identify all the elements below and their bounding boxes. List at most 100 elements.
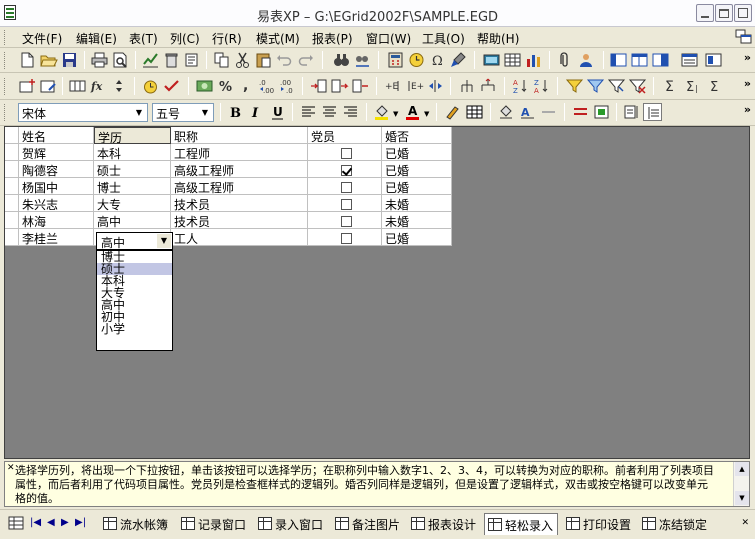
first-tab-icon[interactable]: |◀ (30, 517, 41, 528)
font-color-button[interactable]: A (404, 103, 423, 121)
cell-education[interactable]: 本科 (94, 144, 171, 161)
toolbar-overflow-chevron[interactable]: » (744, 77, 751, 90)
last-tab-icon[interactable]: ▶| (75, 517, 86, 528)
mdi-window-icon[interactable] (735, 28, 753, 45)
toolbar-overflow-chevron[interactable]: » (744, 103, 751, 116)
form-button[interactable] (482, 51, 501, 69)
scroll-down-icon[interactable]: ▼ (735, 491, 749, 505)
insert-column-right-button[interactable] (330, 77, 349, 95)
menu-window[interactable]: 窗口(W) (366, 30, 411, 47)
cell-party-member[interactable] (308, 161, 382, 178)
grid-view-button[interactable] (503, 51, 522, 69)
column-header-education[interactable]: 学历 (94, 127, 171, 144)
bold-button[interactable]: B (225, 103, 244, 121)
sum-column-button[interactable]: Σ | (684, 77, 703, 95)
clock-button[interactable] (407, 51, 426, 69)
cell-education[interactable]: 大专 (94, 195, 171, 212)
split-column-button[interactable] (426, 77, 445, 95)
tab-print-settings[interactable]: 打印设置 (563, 513, 635, 535)
dropdown-option[interactable]: 小学 (97, 323, 172, 335)
edit-record-button[interactable] (39, 77, 58, 95)
column-width-button[interactable] (643, 103, 662, 121)
line-style-button[interactable] (539, 103, 558, 121)
prev-tab-icon[interactable]: ◀ (47, 517, 55, 528)
cell-name[interactable]: 林海 (19, 212, 94, 229)
redo-button[interactable] (296, 51, 315, 69)
toolbar-grip[interactable] (4, 104, 7, 121)
users-button[interactable] (577, 51, 596, 69)
attach-button[interactable] (556, 51, 575, 69)
grid-line-color-button[interactable] (571, 103, 590, 121)
font-name-select[interactable]: 宋体 ▼ (18, 103, 148, 122)
tree-button[interactable] (479, 77, 498, 95)
sum-button[interactable]: Σ (661, 77, 680, 95)
menu-table[interactable]: 表(T) (129, 30, 158, 47)
paste-button[interactable] (254, 51, 273, 69)
open-file-button[interactable] (39, 51, 58, 69)
row-header[interactable] (5, 161, 19, 178)
copy-button[interactable] (212, 51, 231, 69)
sort-button[interactable] (110, 77, 129, 95)
chevron-down-icon[interactable]: ▼ (132, 105, 146, 120)
cell-education[interactable]: 高中 (94, 212, 171, 229)
delete-column-button[interactable] (351, 77, 370, 95)
column-header-party-member[interactable]: 党员 (308, 127, 382, 144)
timer-button[interactable] (141, 77, 160, 95)
chevron-down-icon[interactable]: ▼ (157, 234, 171, 248)
cell-name[interactable]: 杨国中 (19, 178, 94, 195)
corner-header[interactable] (5, 127, 19, 144)
find-button[interactable] (332, 51, 351, 69)
bar-chart-button[interactable] (524, 51, 543, 69)
party-member-checkbox[interactable] (340, 233, 352, 244)
scroll-up-icon[interactable]: ▲ (735, 462, 749, 476)
cell-title[interactable]: 工人 (171, 229, 308, 246)
clear-filter-button[interactable] (628, 77, 647, 95)
tab-freeze-lock[interactable]: 冻结锁定 (639, 513, 711, 535)
cell-name[interactable]: 陶德容 (19, 161, 94, 178)
cut-button[interactable] (233, 51, 252, 69)
calculator-button[interactable] (386, 51, 405, 69)
filter-advanced-button[interactable] (607, 77, 626, 95)
cell-title[interactable]: 技术员 (171, 195, 308, 212)
chevron-down-icon[interactable]: ▼ (393, 110, 398, 118)
insert-record-button[interactable] (18, 77, 37, 95)
tab-easy-entry[interactable]: 轻松录入 (484, 513, 559, 535)
column-header-title[interactable]: 职称 (171, 127, 308, 144)
menu-help[interactable]: 帮助(H) (477, 30, 519, 47)
cell-married[interactable]: 已婚 (382, 144, 452, 161)
draw-border-button[interactable] (443, 103, 462, 121)
chart-button[interactable] (141, 51, 160, 69)
insert-column-left-button[interactable] (309, 77, 328, 95)
borders-button[interactable] (465, 103, 484, 121)
menubar-grip[interactable] (4, 30, 7, 45)
next-tab-icon[interactable]: ▶ (61, 517, 69, 528)
replace-button[interactable] (353, 51, 372, 69)
cell-married[interactable]: 已婚 (382, 229, 452, 246)
maximize-button[interactable] (715, 4, 733, 22)
menu-row[interactable]: 行(R) (212, 30, 242, 47)
minimize-button[interactable] (696, 4, 714, 22)
tab-entry-window[interactable]: 录入窗口 (255, 513, 327, 535)
column-left-button[interactable]: +E (384, 77, 403, 95)
row-header[interactable] (5, 229, 19, 246)
formula-button[interactable]: fx (89, 77, 108, 95)
window-tile-button[interactable] (609, 51, 628, 69)
cell-party-member[interactable] (308, 195, 382, 212)
undo-button[interactable] (275, 51, 294, 69)
percent-button[interactable]: % (216, 77, 235, 95)
text-format-button[interactable]: A (518, 103, 537, 121)
row-header[interactable] (5, 178, 19, 195)
font-size-select[interactable]: 五号 ▼ (152, 103, 214, 122)
menu-mode[interactable]: 模式(M) (256, 30, 300, 47)
info-scrollbar[interactable]: ▲ ▼ (733, 462, 749, 506)
tab-report-design[interactable]: 报表设计 (408, 513, 480, 535)
cell-married[interactable]: 未婚 (382, 212, 452, 229)
save-button[interactable] (60, 51, 79, 69)
row-header[interactable] (5, 144, 19, 161)
brush-button[interactable] (449, 51, 468, 69)
sum-row-button[interactable]: Σ (706, 77, 725, 95)
tab-ledger[interactable]: 流水帐簿 (100, 513, 172, 535)
layout-button[interactable] (704, 51, 723, 69)
sort-desc-button[interactable]: ZA (532, 77, 551, 95)
filter-custom-button[interactable] (586, 77, 605, 95)
